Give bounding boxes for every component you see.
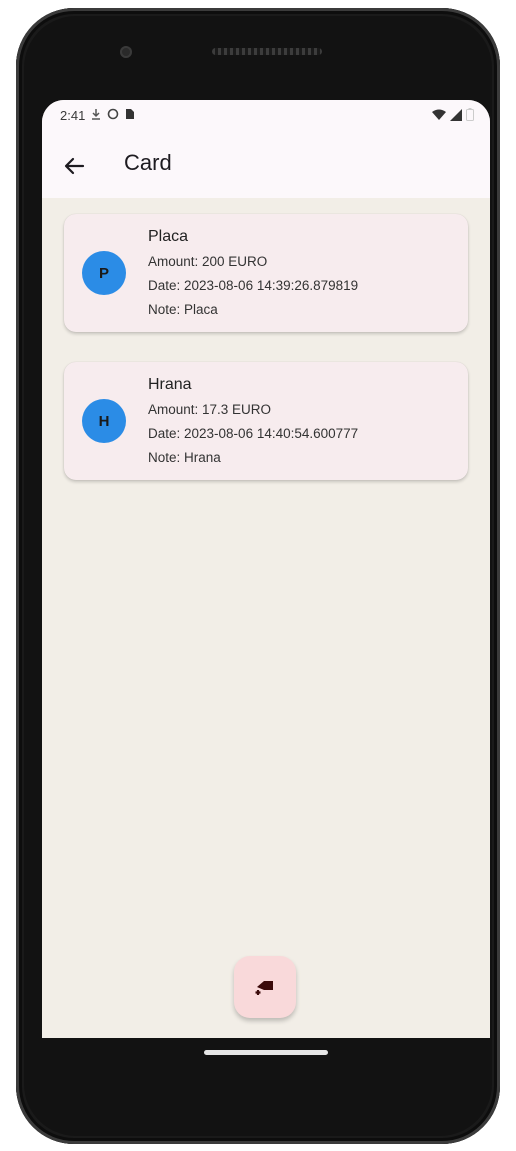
transaction-card[interactable]: H Hrana Amount: 17.3 EURO Date: 2023-08-… — [64, 362, 468, 480]
status-left-group: 2:41 — [60, 108, 135, 123]
transaction-amount: Amount: 17.3 EURO — [148, 402, 272, 417]
arrow-back-icon — [64, 157, 85, 175]
battery-icon — [466, 108, 474, 124]
app-screen: 2:41 Card P Placa Amount: 200 EURO Date:… — [42, 100, 490, 1038]
home-indicator[interactable] — [204, 1050, 328, 1055]
download-icon — [91, 108, 101, 123]
system-nav-bar — [16, 1038, 500, 1130]
signal-icon — [450, 108, 462, 124]
add-card-icon — [255, 981, 273, 995]
status-right-group — [432, 108, 474, 124]
transaction-date: Date: 2023-08-06 14:39:26.879819 — [148, 278, 359, 293]
avatar: P — [82, 251, 126, 295]
status-bar: 2:41 — [42, 100, 490, 134]
earpiece-speaker — [212, 48, 322, 55]
wifi-icon — [432, 109, 446, 124]
transaction-card[interactable]: P Placa Amount: 200 EURO Date: 2023-08-0… — [64, 214, 468, 332]
app-bar: Card — [42, 134, 490, 198]
transaction-title: Placa — [148, 228, 189, 245]
transaction-date: Date: 2023-08-06 14:40:54.600777 — [148, 426, 359, 441]
page-title: Card — [124, 150, 172, 175]
transaction-amount: Amount: 200 EURO — [148, 254, 268, 269]
whatsapp-icon — [107, 108, 119, 123]
back-button[interactable] — [56, 148, 92, 184]
status-time: 2:41 — [60, 108, 86, 123]
add-transaction-fab[interactable] — [234, 956, 296, 1018]
transaction-note: Note: Placa — [148, 302, 218, 317]
front-camera — [120, 46, 132, 58]
avatar: H — [82, 399, 126, 443]
sim-card-icon — [125, 108, 135, 123]
transaction-note: Note: Hrana — [148, 450, 221, 465]
transaction-title: Hrana — [148, 376, 192, 393]
